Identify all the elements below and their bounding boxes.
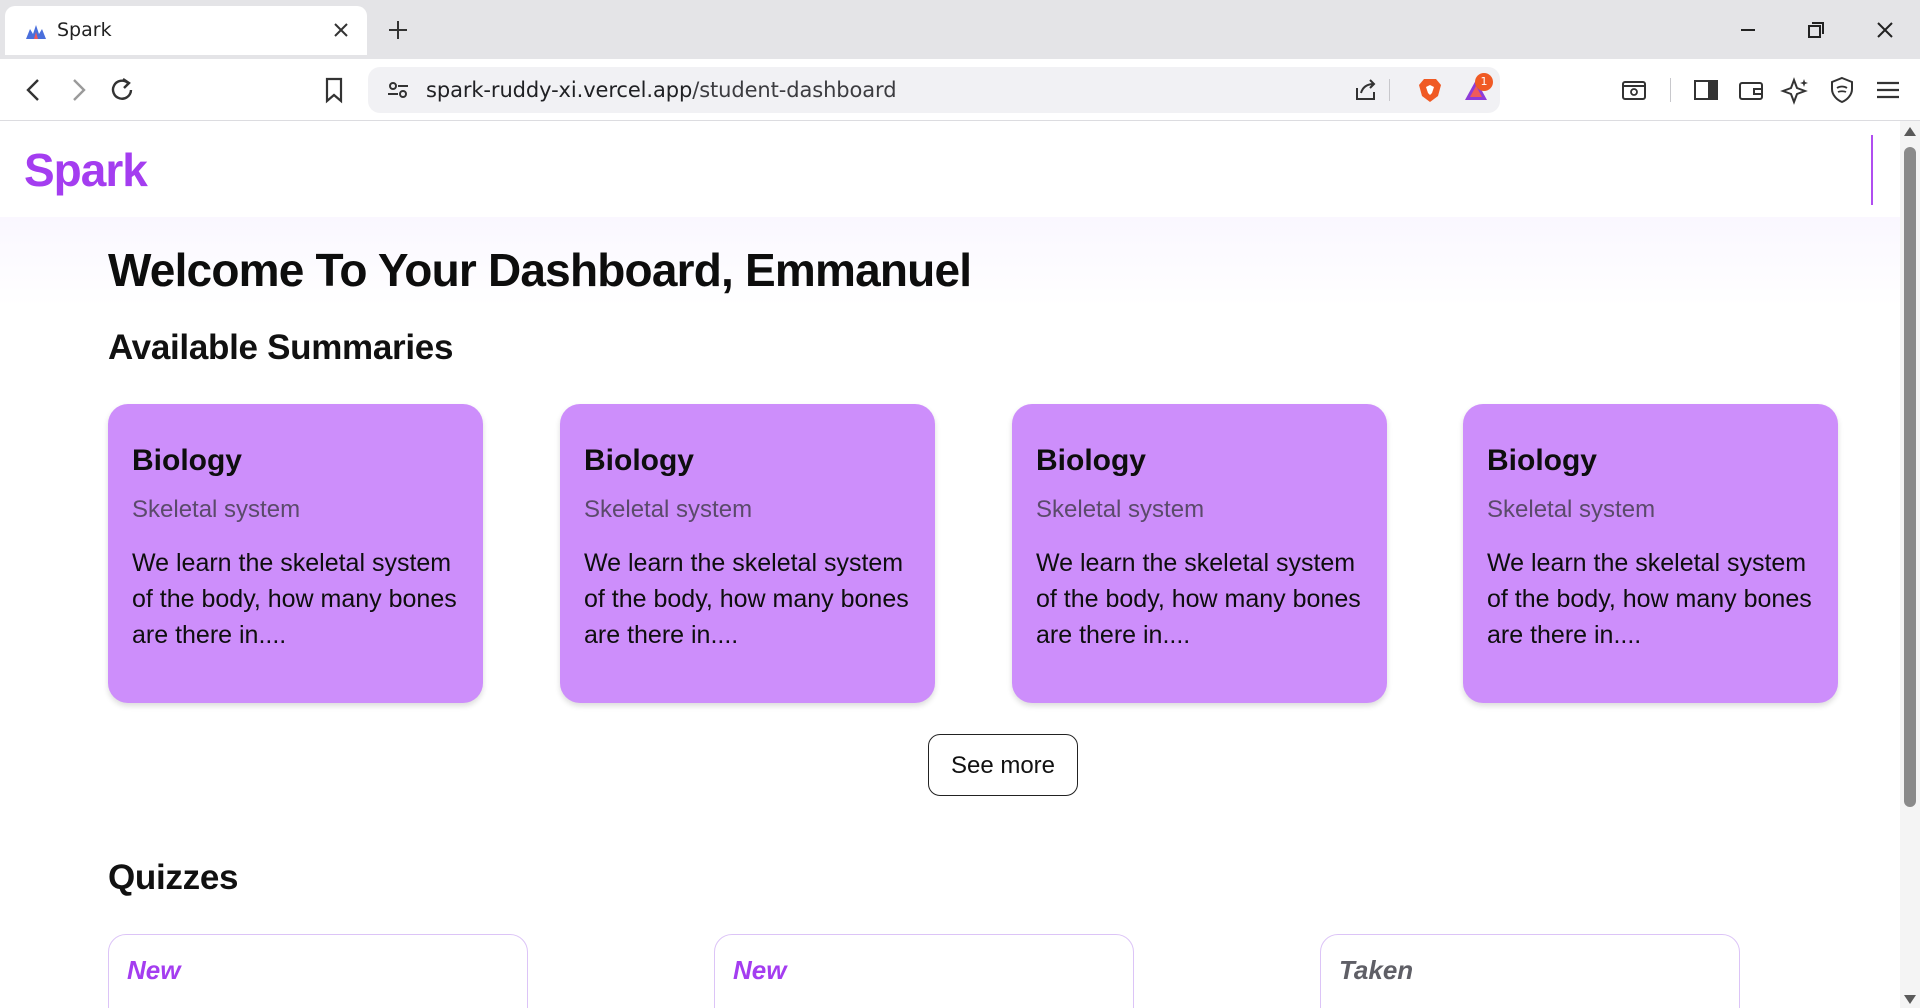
tab-title: Spark bbox=[57, 19, 112, 41]
browser-tab[interactable]: Spark bbox=[5, 6, 367, 55]
reader-mode-icon[interactable] bbox=[1618, 74, 1650, 106]
summary-description: We learn the skeletal system of the body… bbox=[1487, 549, 1812, 649]
address-bar[interactable]: spark-ruddy-xi.vercel.app/student-dashbo… bbox=[368, 67, 1500, 113]
sidebar-icon[interactable] bbox=[1690, 74, 1722, 106]
summaries-title: Available Summaries bbox=[108, 328, 454, 367]
tab-close-icon[interactable] bbox=[329, 18, 353, 42]
page-content: Spark Welcome To Your Dashboard, Emmanue… bbox=[0, 121, 1900, 1008]
vpn-shield-icon[interactable] bbox=[1826, 74, 1858, 106]
url-separator bbox=[1389, 79, 1390, 101]
url-path: /student-dashboard bbox=[692, 78, 897, 102]
leo-ai-icon[interactable] bbox=[1780, 74, 1812, 106]
summary-subject: Biology bbox=[132, 444, 242, 477]
forward-icon[interactable] bbox=[62, 74, 94, 106]
summary-description: We learn the skeletal system of the body… bbox=[132, 549, 457, 649]
share-icon[interactable] bbox=[1352, 76, 1380, 104]
bookmark-icon[interactable] bbox=[318, 74, 350, 106]
browser-toolbar: spark-ruddy-xi.vercel.app/student-dashbo… bbox=[0, 59, 1920, 121]
quiz-status: New bbox=[733, 955, 787, 985]
page-title: Welcome To Your Dashboard, Emmanuel bbox=[108, 244, 972, 296]
quiz-card[interactable]: New bbox=[714, 934, 1134, 1008]
summary-description: We learn the skeletal system of the body… bbox=[1036, 549, 1361, 649]
see-more-button[interactable]: See more bbox=[928, 734, 1078, 796]
summary-topic: Skeletal system bbox=[132, 496, 301, 523]
reload-icon[interactable] bbox=[106, 74, 138, 106]
page-scrollbar[interactable] bbox=[1900, 121, 1920, 1008]
summary-topic: Skeletal system bbox=[1036, 496, 1205, 523]
quiz-card[interactable]: New bbox=[108, 934, 528, 1008]
spark-favicon-icon bbox=[24, 21, 48, 41]
summary-card[interactable]: Biology Skeletal system We learn the ske… bbox=[108, 404, 483, 703]
scroll-thumb[interactable] bbox=[1904, 147, 1916, 807]
quiz-status: Taken bbox=[1339, 955, 1414, 985]
quizzes-title: Quizzes bbox=[108, 858, 239, 897]
summary-subject: Biology bbox=[584, 444, 694, 477]
wallet-icon[interactable] bbox=[1735, 74, 1767, 106]
scroll-down-icon[interactable] bbox=[1904, 995, 1916, 1004]
restore-icon[interactable] bbox=[1802, 16, 1830, 44]
summary-card[interactable]: Biology Skeletal system We learn the ske… bbox=[560, 404, 935, 703]
site-logo[interactable]: Spark bbox=[24, 143, 148, 197]
quiz-status: New bbox=[127, 955, 181, 985]
summary-topic: Skeletal system bbox=[1487, 496, 1656, 523]
menu-icon[interactable] bbox=[1872, 74, 1904, 106]
summary-subject: Biology bbox=[1487, 444, 1597, 477]
back-icon[interactable] bbox=[18, 74, 50, 106]
browser-tabstrip: Spark bbox=[0, 0, 1920, 59]
site-settings-icon[interactable] bbox=[384, 76, 412, 104]
summary-card[interactable]: Biology Skeletal system We learn the ske… bbox=[1463, 404, 1838, 703]
header-accent-line bbox=[1871, 135, 1873, 205]
summary-topic: Skeletal system bbox=[584, 496, 753, 523]
scroll-up-icon[interactable] bbox=[1904, 127, 1916, 136]
summary-subject: Biology bbox=[1036, 444, 1146, 477]
url-text[interactable]: spark-ruddy-xi.vercel.app/student-dashbo… bbox=[426, 67, 897, 113]
summary-card[interactable]: Biology Skeletal system We learn the ske… bbox=[1012, 404, 1387, 703]
toolbar-divider bbox=[1670, 78, 1671, 102]
quiz-card[interactable]: Taken bbox=[1320, 934, 1740, 1008]
summary-description: We learn the skeletal system of the body… bbox=[584, 549, 909, 649]
brave-shields-icon[interactable] bbox=[1416, 76, 1444, 104]
site-header: Spark bbox=[0, 121, 1900, 217]
new-tab-icon[interactable] bbox=[384, 16, 412, 44]
url-host: spark-ruddy-xi.vercel.app bbox=[426, 78, 693, 102]
rewards-badge: 1 bbox=[1475, 73, 1493, 91]
close-window-icon[interactable] bbox=[1871, 16, 1899, 44]
minimize-icon[interactable] bbox=[1734, 16, 1762, 44]
